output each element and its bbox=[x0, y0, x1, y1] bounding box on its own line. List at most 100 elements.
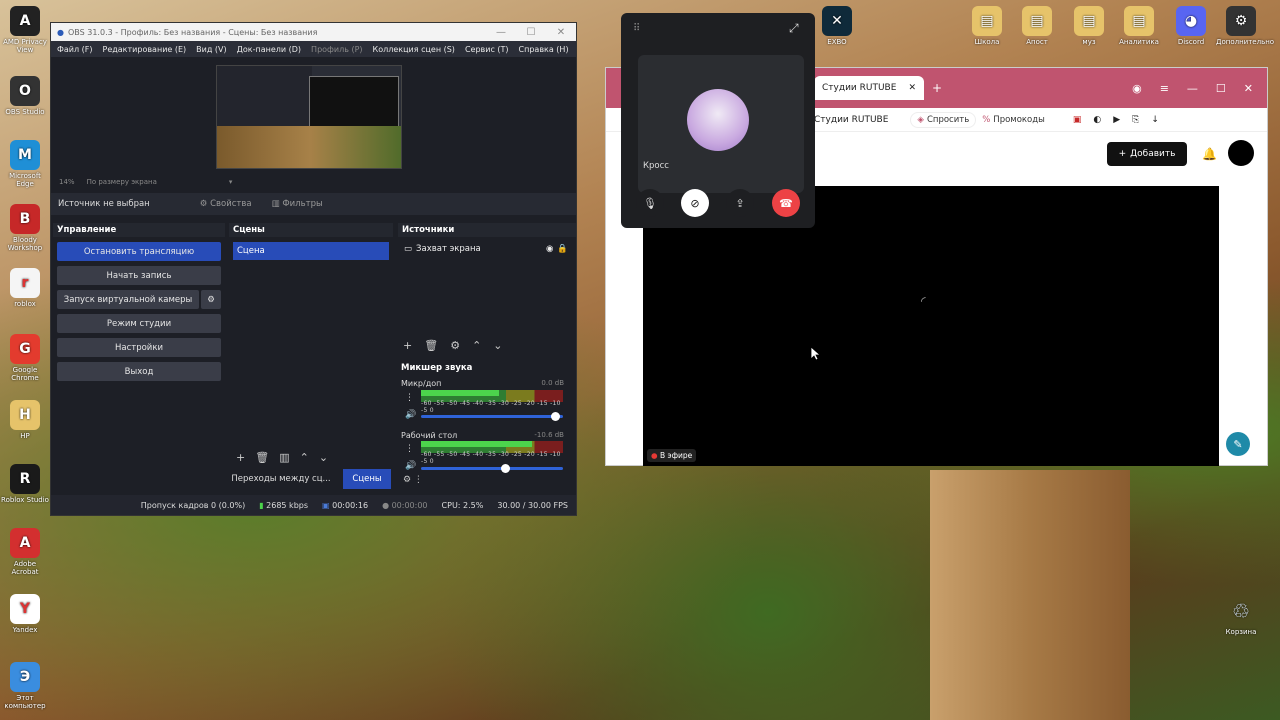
support-icon[interactable]: ✎ bbox=[1226, 432, 1250, 456]
expand-icon[interactable]: ⤢ bbox=[789, 21, 799, 36]
controls-header: Управление bbox=[53, 223, 225, 237]
desktop-icon[interactable]: Э Этот компьютер bbox=[0, 662, 50, 710]
desktop-icon[interactable]: ▤ Аналитика bbox=[1114, 6, 1164, 46]
chevron-up-icon[interactable]: ⌃ bbox=[472, 339, 481, 352]
settings-button[interactable]: Настройки bbox=[57, 338, 221, 357]
scene-list-item[interactable]: Сцена bbox=[233, 242, 389, 260]
menu-file[interactable]: Файл (F) bbox=[57, 45, 93, 54]
desktop-icon-recycle-bin[interactable]: ♲ Корзина bbox=[1216, 596, 1266, 636]
tab-scenes[interactable]: Сцены bbox=[343, 469, 391, 489]
extension-icon[interactable]: ◐ bbox=[1093, 115, 1101, 125]
desktop-icon[interactable]: O OBS Studio bbox=[0, 76, 50, 116]
tab-rutube-studio[interactable]: Студии RUTUBE ✕ bbox=[814, 76, 924, 100]
page-title: Студии RUTUBE bbox=[814, 114, 889, 125]
virtual-camera-settings-icon[interactable]: ⚙ bbox=[201, 290, 221, 309]
desktop-icon[interactable]: G Google Chrome bbox=[0, 334, 50, 382]
drag-handle-icon[interactable]: ⠿ bbox=[633, 23, 640, 34]
minimize-icon[interactable]: — bbox=[1187, 82, 1198, 95]
exit-button[interactable]: Выход bbox=[57, 362, 221, 381]
mixer-track-desktop: Рабочий стол -10.6 dB bbox=[401, 431, 564, 440]
close-icon[interactable]: ✕ bbox=[546, 27, 576, 38]
eye-icon[interactable]: ◉ bbox=[546, 244, 553, 254]
source-list-item[interactable]: ▭ Захват экрана ◉ 🔒 bbox=[402, 241, 572, 257]
maximize-icon[interactable]: ☐ bbox=[516, 27, 546, 38]
stream-preview-video[interactable]: ◜ ● В эфире bbox=[643, 186, 1219, 466]
minimize-icon[interactable]: — bbox=[486, 27, 516, 38]
menu-tools[interactable]: Сервис (T) bbox=[465, 45, 509, 54]
screen-share-icon[interactable]: ⇪ bbox=[726, 189, 754, 217]
start-recording-button[interactable]: Начать запись bbox=[57, 266, 221, 285]
studio-mode-button[interactable]: Режим студии bbox=[57, 314, 221, 333]
properties-button[interactable]: ⚙ Свойства bbox=[200, 199, 252, 209]
extension-icon[interactable]: ▣ bbox=[1073, 115, 1082, 125]
avatar[interactable] bbox=[1228, 140, 1254, 166]
more-icon[interactable]: ⋮ bbox=[405, 444, 414, 454]
close-icon[interactable]: ✕ bbox=[908, 83, 916, 93]
menu-icon[interactable]: ≡ bbox=[1160, 82, 1169, 95]
obs-title: OBS 31.0.3 - Профиль: Без названия - Сце… bbox=[67, 27, 318, 37]
rec-time: ● 00:00:00 bbox=[382, 500, 428, 510]
virtual-camera-button[interactable]: Запуск виртуальной камеры bbox=[57, 290, 199, 309]
menu-view[interactable]: Вид (V) bbox=[196, 45, 226, 54]
trash-icon[interactable]: 🗑 bbox=[255, 451, 269, 464]
desktop-icon[interactable]: ▤ Апост bbox=[1012, 6, 1062, 46]
bell-icon[interactable]: 🔔 bbox=[1202, 147, 1217, 161]
speaker-icon[interactable]: 🔊 bbox=[405, 410, 416, 420]
mixer-settings-icon[interactable]: ⚙ ⋮ bbox=[403, 475, 423, 485]
tab-transitions[interactable]: Переходы между сц... bbox=[231, 469, 331, 489]
zoom-mode[interactable]: По размеру экрана bbox=[87, 178, 157, 186]
download-icon[interactable]: ↓ bbox=[1151, 115, 1159, 125]
wallpaper-cliff bbox=[930, 470, 1130, 720]
more-icon[interactable]: ⋮ bbox=[405, 393, 414, 403]
add-icon[interactable]: + bbox=[403, 339, 412, 352]
trash-icon[interactable]: 🗑 bbox=[424, 339, 438, 352]
desktop-icon[interactable]: ▤ Школа bbox=[962, 6, 1012, 46]
folder-icon: ▤ bbox=[1074, 6, 1104, 36]
play-icon[interactable]: ▶ bbox=[1113, 115, 1120, 125]
menu-edit[interactable]: Редактирование (E) bbox=[103, 45, 187, 54]
desktop-icon[interactable]: B Bloody Workshop bbox=[0, 204, 50, 252]
desktop-icon[interactable]: M Microsoft Edge bbox=[0, 140, 50, 188]
desktop-icon[interactable]: ⚙ Дополнительно bbox=[1216, 6, 1274, 46]
bookmark-icon[interactable]: ⎘ bbox=[1132, 115, 1139, 125]
amd-icon: A bbox=[10, 6, 40, 36]
menu-profile[interactable]: Профиль (P) bbox=[311, 45, 362, 54]
speaker-icon[interactable]: 🔊 bbox=[405, 461, 416, 471]
desktop-icon[interactable]: r roblox bbox=[0, 268, 50, 308]
microphone-icon[interactable]: 🎙 bbox=[636, 189, 664, 217]
desktop-icon[interactable]: R Roblox Studio bbox=[0, 464, 50, 504]
desktop-icon-exbo[interactable]: ✕ EXBO bbox=[812, 6, 862, 46]
stop-stream-button[interactable]: Остановить трансляцию bbox=[57, 242, 221, 261]
camera-off-icon[interactable]: ⊘ bbox=[681, 189, 709, 217]
obs-preview[interactable] bbox=[51, 57, 576, 175]
profile-icon[interactable]: ◉ bbox=[1132, 82, 1142, 95]
desktop-icon[interactable]: H HP bbox=[0, 400, 50, 440]
menu-scene-collection[interactable]: Коллекция сцен (S) bbox=[373, 45, 455, 54]
filters-button[interactable]: ▥ Фильтры bbox=[272, 199, 323, 209]
desktop-icon[interactable]: ◕ Discord bbox=[1166, 6, 1216, 46]
menu-help[interactable]: Справка (H) bbox=[519, 45, 569, 54]
desktop-volume-slider[interactable] bbox=[421, 464, 563, 473]
chevron-down-icon[interactable]: ⌄ bbox=[493, 339, 502, 352]
add-button[interactable]: + Добавить bbox=[1107, 142, 1187, 166]
chevron-down-icon[interactable]: ▾ bbox=[229, 178, 233, 186]
promo-button[interactable]: % Промокоды bbox=[976, 112, 1051, 128]
desktop-icon[interactable]: Y Yandex bbox=[0, 594, 50, 634]
chevron-up-icon[interactable]: ⌃ bbox=[300, 451, 309, 464]
mic-volume-slider[interactable] bbox=[421, 412, 563, 421]
add-icon[interactable]: + bbox=[236, 451, 245, 464]
gear-icon[interactable]: ⚙ bbox=[450, 339, 460, 352]
ask-button[interactable]: ◈ Спросить bbox=[910, 111, 977, 128]
filter-icon[interactable]: ▥ bbox=[279, 451, 289, 464]
desktop-icon[interactable]: A AMD Privacy View bbox=[0, 6, 50, 54]
hangup-icon[interactable]: ☎ bbox=[772, 189, 800, 217]
desktop-icon[interactable]: A Adobe Acrobat bbox=[0, 528, 50, 576]
maximize-icon[interactable]: ☐ bbox=[1216, 82, 1226, 95]
desktop-icon[interactable]: ▤ муз bbox=[1064, 6, 1114, 46]
menu-docks[interactable]: Док-панели (D) bbox=[237, 45, 301, 54]
sources-toolbar: + 🗑 ⚙ ⌃ ⌄ bbox=[403, 339, 503, 352]
chevron-down-icon[interactable]: ⌄ bbox=[319, 451, 328, 464]
new-tab-icon[interactable]: + bbox=[932, 81, 942, 95]
close-icon[interactable]: ✕ bbox=[1244, 82, 1253, 95]
lock-icon[interactable]: 🔒 bbox=[557, 244, 568, 254]
